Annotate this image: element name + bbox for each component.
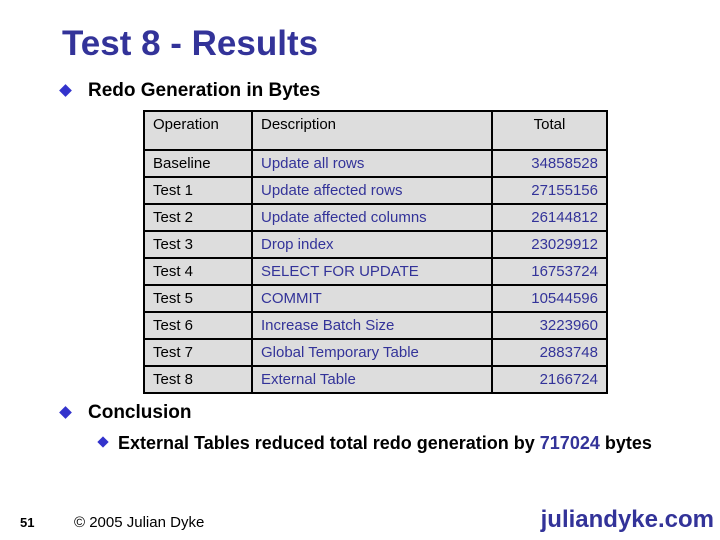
cell-total: 10544596 bbox=[491, 284, 608, 313]
table-row: Test 7 Global Temporary Table 2883748 bbox=[143, 338, 608, 367]
cell-total: 3223960 bbox=[491, 311, 608, 340]
header-operation: Operation bbox=[143, 110, 253, 151]
table-row: Baseline Update all rows 34858528 bbox=[143, 149, 608, 178]
cell-description: Update affected rows bbox=[251, 176, 493, 205]
cell-operation: Test 5 bbox=[143, 284, 253, 313]
cell-total: 34858528 bbox=[491, 149, 608, 178]
cell-operation: Test 4 bbox=[143, 257, 253, 286]
cell-total: 27155156 bbox=[491, 176, 608, 205]
bullet-redo-generation: Redo Generation in Bytes bbox=[88, 80, 321, 101]
cell-total: 2166724 bbox=[491, 365, 608, 394]
cell-total: 2883748 bbox=[491, 338, 608, 367]
diamond-sub-bullet-icon bbox=[97, 436, 109, 448]
diamond-bullet-icon bbox=[59, 84, 72, 97]
cell-description: COMMIT bbox=[251, 284, 493, 313]
slide-title: Test 8 - Results bbox=[62, 24, 319, 63]
cell-operation: Test 8 bbox=[143, 365, 253, 394]
reduction-value: 717024 bbox=[539, 433, 600, 453]
table-row: Test 4 SELECT FOR UPDATE 16753724 bbox=[143, 257, 608, 286]
conclusion-unit: bytes bbox=[599, 433, 652, 453]
cell-description: SELECT FOR UPDATE bbox=[251, 257, 493, 286]
table-row: Test 8 External Table 2166724 bbox=[143, 365, 608, 394]
header-total: Total bbox=[491, 110, 608, 151]
cell-operation: Test 7 bbox=[143, 338, 253, 367]
table-row: Test 2 Update affected columns 26144812 bbox=[143, 203, 608, 232]
copyright: © 2005 Julian Dyke bbox=[74, 514, 205, 531]
cell-operation: Test 1 bbox=[143, 176, 253, 205]
cell-description: Increase Batch Size bbox=[251, 311, 493, 340]
cell-total: 26144812 bbox=[491, 203, 608, 232]
conclusion-sub-bullet: External Tables reduced total redo gener… bbox=[118, 431, 678, 456]
header-description: Description bbox=[251, 110, 493, 151]
diamond-bullet-icon bbox=[59, 406, 72, 419]
cell-total: 23029912 bbox=[491, 230, 608, 259]
table-header-row: Operation Description Total bbox=[143, 110, 608, 151]
table-row: Test 3 Drop index 23029912 bbox=[143, 230, 608, 259]
cell-description: Update all rows bbox=[251, 149, 493, 178]
cell-description: External Table bbox=[251, 365, 493, 394]
table-row: Test 6 Increase Batch Size 3223960 bbox=[143, 311, 608, 340]
cell-total: 16753724 bbox=[491, 257, 608, 286]
cell-operation: Test 3 bbox=[143, 230, 253, 259]
table-row: Test 1 Update affected rows 27155156 bbox=[143, 176, 608, 205]
cell-description: Update affected columns bbox=[251, 203, 493, 232]
results-table: Operation Description Total Baseline Upd… bbox=[143, 110, 608, 394]
cell-description: Drop index bbox=[251, 230, 493, 259]
page-number: 51 bbox=[20, 515, 35, 530]
cell-operation: Test 2 bbox=[143, 203, 253, 232]
bullet-conclusion: Conclusion bbox=[88, 402, 192, 423]
cell-description: Global Temporary Table bbox=[251, 338, 493, 367]
site-logo: juliandyke.com bbox=[540, 506, 714, 533]
cell-operation: Baseline bbox=[143, 149, 253, 178]
table-row: Test 5 COMMIT 10544596 bbox=[143, 284, 608, 313]
conclusion-text: External Tables reduced total redo gener… bbox=[118, 433, 540, 453]
cell-operation: Test 6 bbox=[143, 311, 253, 340]
